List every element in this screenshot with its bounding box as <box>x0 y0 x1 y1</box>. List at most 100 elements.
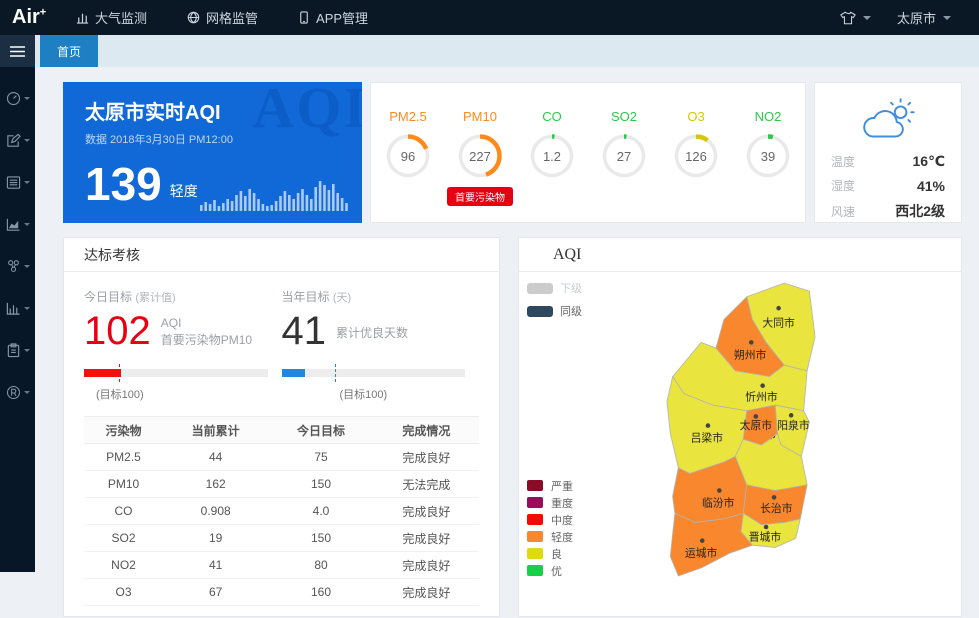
svg-text:朔州市: 朔州市 <box>734 347 767 361</box>
chevron-down-icon <box>24 307 30 310</box>
sidebar-item-area-chart[interactable] <box>0 203 35 245</box>
chevron-down-icon <box>863 16 871 20</box>
sidebar-item-dashboard[interactable] <box>0 77 35 119</box>
gauge-value: 1.2 <box>529 133 575 179</box>
year-target: 当年目标 (天) 41 累计优良天数 (目标100) <box>282 288 480 402</box>
main-content: AQI 太原市实时AQI 数据 2018年3月30日 PM12:00 139 轻… <box>35 67 979 612</box>
sidebar-item-share[interactable] <box>0 245 35 287</box>
assessment-card: 达标考核 今日目标 (累计值) 102 AQI首要污染物PM10 (目标100 <box>63 237 500 617</box>
sidebar-item-bar-chart[interactable] <box>0 287 35 329</box>
cloud-sun-icon <box>857 97 919 143</box>
map-region-yuncheng[interactable]: 运城市 <box>670 513 752 576</box>
table-header-row: 污染物当前累计 今日目标完成情况 <box>84 417 479 444</box>
sidebar-item-registered[interactable] <box>0 371 35 413</box>
svg-text:吕梁市: 吕梁市 <box>691 431 724 445</box>
chevron-down-icon <box>24 181 30 184</box>
aqi-level-label: 轻度 <box>170 181 198 207</box>
chevron-down-icon <box>24 139 30 142</box>
nav-item-air-monitor[interactable]: 大气监测 <box>56 0 167 35</box>
chevron-down-icon <box>943 16 951 20</box>
tab-bar: 首页 <box>35 35 979 67</box>
nav-item-grid-supervision[interactable]: 网格监管 <box>167 0 278 35</box>
map-card-title: AQI <box>519 238 961 272</box>
gauge-pm25: PM2.5 96 <box>373 109 443 179</box>
province-map: 大同市 朔州市 忻州市 吕梁市 <box>647 274 835 584</box>
aqi-level-legend: 严重 重度 中度 轻度 良 优 <box>527 477 573 579</box>
hamburger-icon <box>10 46 25 57</box>
nav-item-app-manage[interactable]: APP管理 <box>278 0 388 35</box>
legend-item: 良 <box>527 545 573 562</box>
app-logo[interactable]: Air+ <box>0 6 56 29</box>
gauge-icon <box>6 91 21 106</box>
year-target-label: (目标100) <box>340 386 480 402</box>
target-marker <box>119 364 120 382</box>
legend-item: 中度 <box>527 511 573 528</box>
today-target: 今日目标 (累计值) 102 AQI首要污染物PM10 (目标100) <box>84 288 282 402</box>
table-row: CO0.9084.0完成良好 <box>84 498 479 525</box>
weather-card: 温度16℃ 湿度41% 风速西北2级 <box>814 82 962 223</box>
chevron-down-icon <box>24 265 30 268</box>
today-target-progress <box>84 369 268 377</box>
clipboard-icon <box>6 343 21 358</box>
globe-icon <box>187 11 200 24</box>
svg-text:太原市: 太原市 <box>740 418 773 432</box>
gauge-no2: NO2 39 <box>733 109 803 179</box>
gauge-value: 96 <box>385 133 431 179</box>
primary-pollutant-badge: 首要污染物 <box>447 187 513 206</box>
sidebar-item-list[interactable] <box>0 161 35 203</box>
svg-text:大同市: 大同市 <box>762 315 795 329</box>
registered-icon <box>6 385 21 400</box>
svg-text:运城市: 运城市 <box>685 546 718 560</box>
svg-text:阳泉市: 阳泉市 <box>777 418 810 432</box>
gauge-value: 27 <box>601 133 647 179</box>
sidebar-item-edit[interactable] <box>0 119 35 161</box>
top-navbar: Air+ 大气监测 网格监管 APP管理 太原市 <box>0 0 979 35</box>
chevron-down-icon <box>24 391 30 394</box>
sidebar-collapse-button[interactable] <box>0 35 35 67</box>
map-level-toggles: 下级 同级 <box>527 280 582 326</box>
left-sidebar <box>0 35 35 572</box>
gauge-value: 227 <box>457 133 503 179</box>
svg-text:晋城市: 晋城市 <box>749 530 782 544</box>
sidebar-item-clipboard[interactable] <box>0 329 35 371</box>
gauge-co: CO 1.2 <box>517 109 587 179</box>
edit-icon <box>6 133 21 148</box>
mobile-icon <box>298 11 310 24</box>
aqi-value: 139 <box>85 163 162 207</box>
bar-chart-icon <box>76 11 89 24</box>
tab-home[interactable]: 首页 <box>40 35 98 67</box>
shirt-icon <box>840 11 856 25</box>
gauge-value: 39 <box>745 133 791 179</box>
share-nodes-icon <box>6 259 21 274</box>
assessment-card-title: 达标考核 <box>64 238 499 272</box>
table-row: NO24180完成良好 <box>84 552 479 579</box>
theme-selector[interactable] <box>840 11 871 25</box>
gauge-pm10: PM10 227 首要污染物 <box>445 109 515 206</box>
pollutant-gauges-card: PM2.5 96 PM10 227 首要污染物 CO 1.2 <box>370 82 806 223</box>
toggle-same-level[interactable]: 同级 <box>527 303 582 319</box>
today-target-value: 102 <box>84 309 151 353</box>
legend-item: 轻度 <box>527 528 573 545</box>
aqi-watermark: AQI <box>252 82 362 141</box>
city-selector[interactable]: 太原市 <box>897 8 951 27</box>
target-marker <box>335 364 336 382</box>
today-target-label: (目标100) <box>96 386 282 402</box>
list-icon <box>6 175 21 190</box>
gauge-so2: SO2 27 <box>589 109 659 179</box>
legend-item: 重度 <box>527 494 573 511</box>
bar-chart-icon <box>6 301 21 316</box>
gauge-value: 126 <box>673 133 719 179</box>
pollutant-target-table: 污染物当前累计 今日目标完成情况 PM2.54475完成良好 PM1016215… <box>84 416 479 606</box>
chevron-down-icon <box>24 97 30 100</box>
weather-temperature-row: 温度16℃ <box>831 153 945 170</box>
year-target-progress <box>282 369 466 377</box>
map-region-changzhi[interactable]: 长治市 <box>743 485 807 525</box>
gauge-o3: O3 126 <box>661 109 731 179</box>
year-target-value: 41 <box>282 309 327 353</box>
svg-text:长治市: 长治市 <box>760 501 793 515</box>
toggle-lower-level[interactable]: 下级 <box>527 280 582 296</box>
svg-text:临汾市: 临汾市 <box>702 496 735 510</box>
chevron-down-icon <box>24 349 30 352</box>
aqi-sparkline <box>200 177 350 211</box>
weather-humidity-row: 湿度41% <box>831 177 945 194</box>
